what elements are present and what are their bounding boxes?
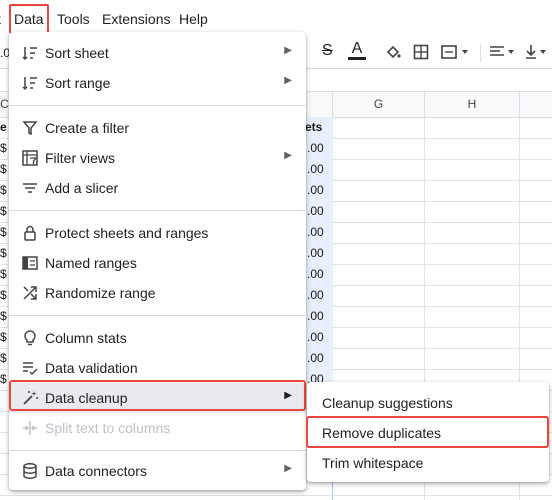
split-icon: [21, 419, 39, 437]
partial-cell[interactable]: $: [0, 225, 7, 239]
lock-icon: [21, 224, 39, 242]
align-icon[interactable]: [489, 44, 517, 60]
chevron-right-icon: ▶: [284, 463, 292, 474]
menu-item-data-validation[interactable]: Data validation: [9, 353, 306, 383]
column-header-g[interactable]: G: [333, 92, 425, 118]
partial-value-cell[interactable]: .00: [307, 288, 324, 302]
sort-icon: [21, 44, 39, 62]
chevron-right-icon: ▶: [284, 150, 292, 161]
fill-color-icon[interactable]: [385, 44, 401, 60]
sort-icon: [21, 74, 39, 92]
menu-item-data-connectors[interactable]: Data connectors ▶: [9, 456, 306, 486]
menu-item-named-ranges[interactable]: Named ranges: [9, 248, 306, 278]
vertical-align-icon[interactable]: [524, 44, 552, 60]
partial-value-cell[interactable]: .00: [307, 330, 324, 344]
column-header-f[interactable]: [305, 92, 333, 118]
partial-value-cell[interactable]: .00: [307, 183, 324, 197]
menu-help[interactable]: Help: [179, 6, 208, 32]
chevron-right-icon: ▶: [284, 75, 292, 86]
row-divider: [0, 495, 552, 496]
borders-icon[interactable]: [413, 44, 429, 60]
filter-views-icon: [21, 149, 39, 167]
menu-item-add-slicer[interactable]: Add a slicer: [9, 173, 306, 203]
partial-cell[interactable]: e: [0, 120, 7, 134]
menu-file-partial[interactable]: t: [0, 6, 1, 32]
partial-value-cell[interactable]: .00: [307, 162, 324, 176]
shuffle-icon: [21, 284, 39, 302]
menu-tools[interactable]: Tools: [57, 6, 90, 32]
partial-value-cell[interactable]: .00: [307, 225, 324, 239]
column-header-i[interactable]: [520, 92, 552, 118]
partial-cell[interactable]: $: [0, 372, 7, 386]
menu-item-protect-sheets[interactable]: Protect sheets and ranges: [9, 218, 306, 248]
menu-item-split-text: Split text to columns: [9, 413, 306, 443]
partial-value-cell[interactable]: .00: [307, 351, 324, 365]
validation-icon: [21, 359, 39, 377]
menu-item-randomize-range[interactable]: Randomize range: [9, 278, 306, 308]
submenu-item-trim-whitespace[interactable]: Trim whitespace: [307, 448, 549, 478]
partial-value-cell[interactable]: .00: [307, 267, 324, 281]
menu-item-filter-views[interactable]: Filter views ▶: [9, 143, 306, 173]
partial-value-cell[interactable]: .00: [307, 309, 324, 323]
partial-value-cell[interactable]: .00: [307, 141, 324, 155]
column-header-h[interactable]: H: [425, 92, 520, 118]
menu-item-sort-sheet[interactable]: Sort sheet ▶: [9, 38, 306, 68]
partial-cell[interactable]: $: [0, 351, 7, 365]
partial-value-cell[interactable]: .00: [307, 246, 324, 260]
menu-item-create-filter[interactable]: Create a filter: [9, 113, 306, 143]
database-icon: [21, 462, 39, 480]
data-menu: Sort sheet ▶ Sort range ▶ Create a filte…: [9, 32, 306, 490]
partial-cell[interactable]: $: [0, 309, 7, 323]
text-color-icon[interactable]: A: [348, 40, 366, 60]
partial-cell[interactable]: $: [0, 183, 7, 197]
partial-cell[interactable]: $: [0, 288, 7, 302]
partial-cell[interactable]: $: [0, 246, 7, 260]
submenu-item-cleanup-suggestions[interactable]: Cleanup suggestions: [307, 388, 549, 418]
menu-extensions[interactable]: Extensions: [102, 6, 170, 32]
partial-cell[interactable]: $: [0, 204, 7, 218]
menu-item-sort-range[interactable]: Sort range ▶: [9, 68, 306, 98]
lightbulb-icon: [21, 329, 39, 347]
chevron-right-icon: ▶: [284, 45, 292, 56]
menu-item-column-stats[interactable]: Column stats: [9, 323, 306, 353]
partial-cell[interactable]: $: [0, 330, 7, 344]
partial-cell[interactable]: $: [0, 162, 7, 176]
highlight-data-cleanup: [9, 380, 306, 411]
slicer-icon: [21, 179, 39, 197]
named-ranges-icon: [21, 254, 39, 272]
highlight-remove-duplicates: [306, 416, 549, 448]
partial-header-cell: ets: [305, 120, 323, 134]
menu-data[interactable]: Data: [9, 4, 49, 34]
merge-cells-icon[interactable]: [441, 44, 469, 60]
partial-cell[interactable]: $: [0, 141, 7, 155]
strikethrough-icon[interactable]: S: [322, 42, 333, 60]
partial-cell[interactable]: $: [0, 267, 7, 281]
filter-icon: [21, 119, 39, 137]
partial-value-cell[interactable]: .00: [307, 204, 324, 218]
